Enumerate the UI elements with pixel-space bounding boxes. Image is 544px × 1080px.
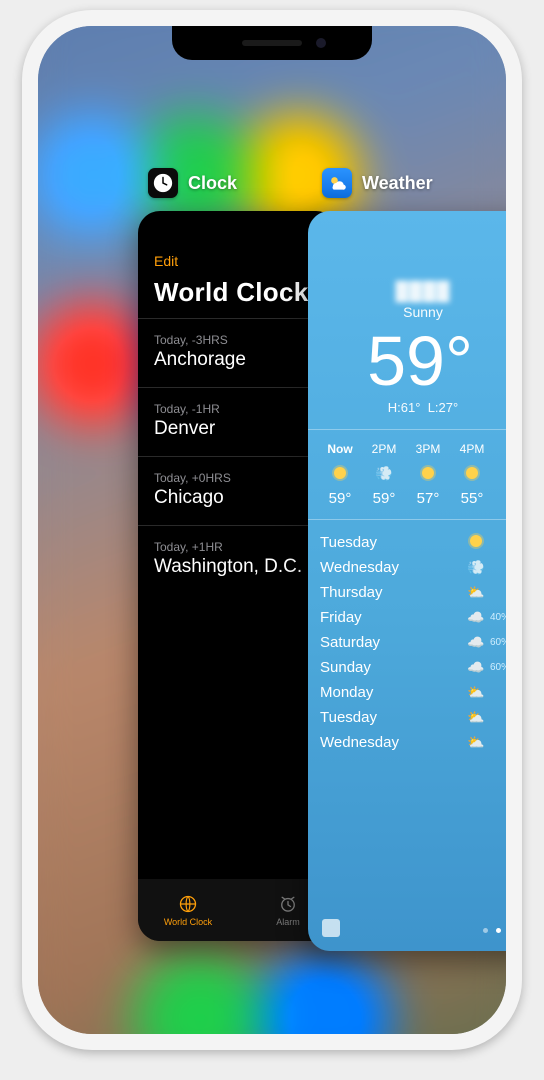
- hour-column: 2PM 💨 59°: [362, 442, 406, 507]
- page-dots[interactable]: [483, 928, 506, 933]
- app-label-text: Weather: [362, 173, 433, 194]
- day-row: Friday☁️40%: [320, 605, 506, 630]
- hour-label: 4PM: [460, 442, 485, 456]
- weather-city: ████: [316, 281, 506, 302]
- hour-icon: [334, 464, 346, 482]
- day-icon: ⛅: [462, 684, 490, 701]
- offset-label: Today, -3HRS: [154, 333, 322, 347]
- hour-column: Now 59°: [318, 442, 362, 507]
- day-icon: ⛅: [462, 709, 490, 726]
- day-icon: 💨: [462, 559, 490, 576]
- notch: [172, 26, 372, 60]
- weather-icon: [322, 168, 352, 198]
- app-label-clock[interactable]: Clock: [148, 168, 237, 198]
- day-name: Wednesday: [320, 734, 462, 751]
- day-row: Tuesday⛅: [320, 705, 506, 730]
- app-card-weather[interactable]: ████ Sunny 59° H:61° L:27° Now 59° 2PM 💨 59°…: [308, 211, 506, 951]
- hour-temp: 57°: [417, 490, 440, 507]
- app-label-text: Clock: [188, 173, 237, 194]
- day-icon: ☁️: [462, 634, 490, 651]
- hour-label: 3PM: [416, 442, 441, 456]
- offset-label: Today, -1HR: [154, 402, 322, 416]
- tab-label: Alarm: [276, 917, 300, 927]
- precip-pct: 60%: [490, 637, 506, 648]
- day-row: Thursday⛅: [320, 580, 506, 605]
- hour-column: 4PM 55°: [450, 442, 494, 507]
- day-icon: ⛅: [462, 734, 490, 751]
- hour-temp: 55°: [461, 490, 484, 507]
- day-row: Monday⛅: [320, 680, 506, 705]
- iphone-frame: Clock Weather Edit World Clock Today, -3…: [22, 10, 522, 1050]
- hour-temp: 59°: [373, 490, 396, 507]
- city-name: Chicago: [154, 487, 322, 509]
- hour-temp: 59°: [329, 490, 352, 507]
- day-row: Saturday☁️60%: [320, 630, 506, 655]
- hour-icon: [422, 464, 434, 482]
- edit-button[interactable]: Edit: [154, 253, 178, 269]
- day-name: Saturday: [320, 634, 462, 651]
- day-row: Wednesday💨: [320, 555, 506, 580]
- offset-label: Today, +0HRS: [154, 471, 322, 485]
- day-name: Thursday: [320, 584, 462, 601]
- hour-icon: 💨: [375, 464, 392, 482]
- day-row: Sunday☁️60%: [320, 655, 506, 680]
- tab-label: World Clock: [164, 917, 212, 927]
- app-switcher[interactable]: Clock Weather Edit World Clock Today, -3…: [38, 26, 506, 1034]
- day-icon: ☁️: [462, 609, 490, 626]
- day-name: Wednesday: [320, 559, 462, 576]
- hour-label: 2PM: [372, 442, 397, 456]
- hour-column: 4:4Su: [494, 442, 506, 507]
- day-name: Sunday: [320, 659, 462, 676]
- day-name: Tuesday: [320, 534, 462, 551]
- weather-condition: Sunny: [316, 304, 506, 320]
- day-row: Wednesday⛅: [320, 730, 506, 755]
- city-name: Denver: [154, 418, 322, 440]
- day-icon: ⛅: [462, 584, 490, 601]
- precip-pct: 40%: [490, 612, 506, 623]
- precip-pct: 60%: [490, 662, 506, 673]
- hour-label: Now: [327, 442, 352, 456]
- hour-column: 3PM 57°: [406, 442, 450, 507]
- hour-icon: [466, 464, 478, 482]
- day-name: Monday: [320, 684, 462, 701]
- clock-icon: [148, 168, 178, 198]
- app-label-weather[interactable]: Weather: [322, 168, 433, 198]
- daily-forecast[interactable]: TuesdayWednesday💨Thursday⛅Friday☁️40%Sat…: [308, 520, 506, 765]
- day-name: Tuesday: [320, 709, 462, 726]
- hourly-forecast[interactable]: Now 59° 2PM 💨 59° 3PM 57° 4PM 55° 4:4Su: [308, 429, 506, 520]
- weather-high-low: H:61° L:27°: [316, 400, 506, 415]
- weather-provider-icon[interactable]: [322, 919, 340, 937]
- day-row: Tuesday: [320, 530, 506, 555]
- page-title: World Clock: [154, 277, 322, 308]
- screen: Clock Weather Edit World Clock Today, -3…: [38, 26, 506, 1034]
- day-icon: ☁️: [462, 659, 490, 676]
- day-name: Friday: [320, 609, 462, 626]
- city-name: Anchorage: [154, 349, 322, 371]
- tab-world-clock[interactable]: World Clock: [138, 879, 238, 941]
- weather-temp: 59°: [316, 326, 506, 396]
- offset-label: Today, +1HR: [154, 540, 322, 554]
- city-name: Washington, D.C.: [154, 556, 322, 578]
- day-icon: [462, 534, 490, 551]
